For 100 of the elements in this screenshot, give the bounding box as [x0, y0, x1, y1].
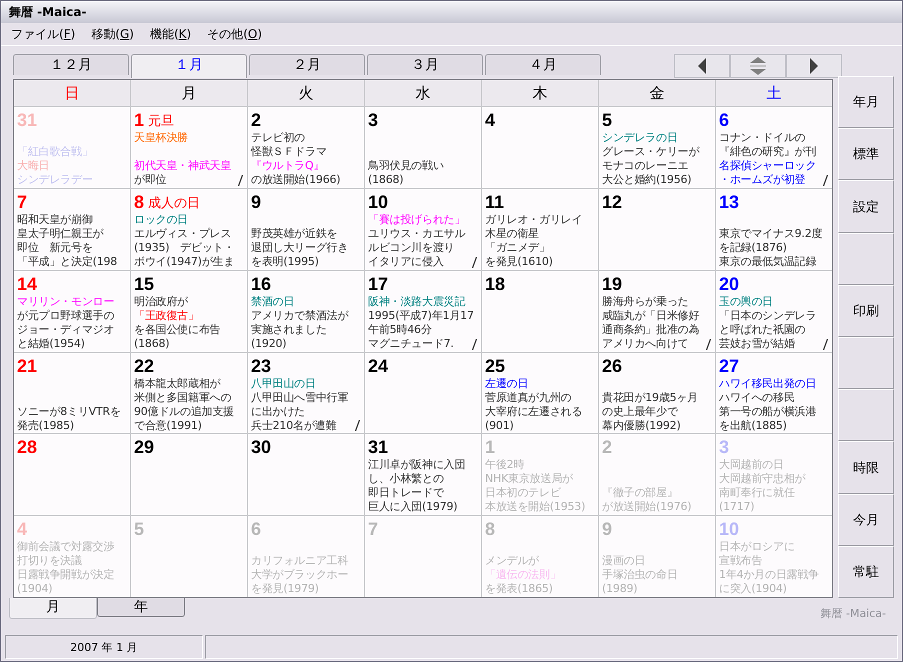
- weekday-header: 土: [716, 80, 832, 106]
- month-tab[interactable]: ２月: [249, 54, 365, 75]
- event-text: 『緋色の研究』が刊: [719, 145, 818, 159]
- event-text: (1904): [17, 582, 54, 596]
- day-cell[interactable]: 26 貴花田が19歳5ヶ月 の史上最年少で 幕内優勝(1992): [599, 352, 715, 434]
- side-button[interactable]: 印刷: [838, 284, 894, 338]
- event-text: ロックの日: [134, 212, 190, 227]
- day-cell[interactable]: 6 コナン・ドイルの 『緋色の研究』が刊 名探偵シャーロック ・ホームズが初登: [716, 107, 832, 188]
- day-cell[interactable]: 22 橋本龍太郎蔵相が 米側と多国籍軍への 90億ドルの追加支援 で合意(1991): [131, 352, 247, 434]
- day-cell[interactable]: 31 江川卓が阪神に入団 し、小林繁との 即日トレードで 巨人に入団(1979): [365, 434, 481, 516]
- day-cell[interactable]: 30: [248, 434, 364, 516]
- event-text: を記録(1876): [719, 240, 788, 255]
- day-number: 16: [251, 274, 272, 294]
- side-button[interactable]: [838, 389, 894, 442]
- event-text: 日露戦争開戦が決定: [17, 568, 116, 582]
- day-cell[interactable]: 2 テレビ初の 怪獣ＳＦドラマ 『ウルトラQ』 の放送開始(1966): [248, 107, 364, 188]
- day-number: 7: [17, 192, 28, 212]
- side-button[interactable]: 今月: [838, 494, 894, 546]
- side-button[interactable]: 時限: [838, 441, 894, 494]
- month-tab[interactable]: ３月: [367, 54, 483, 75]
- day-number: 5: [134, 519, 144, 540]
- event-text: 午後2時: [485, 458, 526, 472]
- day-cell[interactable]: 16 禁酒の日 アメリカで禁酒法が 実施されました (1920): [248, 270, 364, 352]
- event-text: マリリン・モンロー: [17, 294, 116, 309]
- event-text: ソニーが8ミリVTRを: [17, 404, 122, 418]
- event-text: 即位 新元号を: [17, 240, 94, 255]
- event-text: 昭和天皇が崩御: [17, 212, 94, 227]
- event-text: 大岡越前の日: [719, 458, 785, 472]
- side-button[interactable]: [838, 337, 894, 390]
- next-button[interactable]: [786, 54, 842, 78]
- event-text: 木星の衛星: [485, 226, 540, 241]
- holiday-name: 成人の日: [148, 196, 200, 212]
- menu-item[interactable]: ファイル(F): [11, 24, 76, 44]
- event-text: 巨人に入団(1979): [368, 500, 458, 514]
- weekday-header: 木: [482, 80, 598, 106]
- event-text: が放送開始(1976): [602, 500, 692, 514]
- day-cell[interactable]: 20 玉の輿の日 「日本のシンデレラ と呼ばれた祇園の 芸妓お雪が結婚: [716, 270, 832, 352]
- event-text: を発表(1865): [485, 582, 554, 596]
- side-button[interactable]: 設定: [838, 180, 894, 233]
- day-number: 9: [251, 192, 262, 212]
- previous-button[interactable]: [674, 54, 730, 78]
- day-number: 30: [251, 437, 272, 458]
- day-cell[interactable]: 12: [599, 188, 715, 270]
- side-button[interactable]: 標準: [838, 128, 894, 180]
- month-tab[interactable]: １月: [131, 54, 247, 78]
- event-text: を各国公使に布告: [134, 322, 222, 337]
- day-cell[interactable]: 15 明治政府が 「王政復古」 を各国公使に布告 (1868): [131, 270, 247, 352]
- event-text: を表明(1995): [251, 254, 320, 269]
- month-tab[interactable]: ４月: [485, 54, 601, 75]
- day-cell[interactable]: 3 鳥羽伏見の戦い (1868): [365, 107, 481, 188]
- event-text: 大宰府に左遷される: [485, 404, 584, 418]
- day-cell[interactable]: 25 左遷の日 菅原道真が九州の 大宰府に左遷される (901): [482, 352, 598, 434]
- day-cell[interactable]: 8 成人の日 ロックの日 エルヴィス・プレス (1935) デビット・ ボウイ(1947)が生ま: [131, 188, 247, 270]
- day-cell[interactable]: 10 「賽は投げられた」 ユリウス・カエサル ルビコン川を渡り イタリアに侵入: [365, 188, 481, 270]
- day-number: 22: [134, 356, 154, 376]
- side-button[interactable]: 年月: [838, 76, 894, 128]
- window-title: 舞暦 -Maica-: [9, 4, 87, 20]
- event-text: 芸妓お雪が結婚: [719, 336, 796, 351]
- day-cell[interactable]: 28: [14, 434, 130, 516]
- day-cell[interactable]: 9 野茂英雄が近鉄を 退団し大リーグ行き を表明(1995): [248, 188, 364, 270]
- day-cell[interactable]: 19 勝海舟らが乗った 咸臨丸が「日米修好 通商条約」批准の為 アメリカへ向けて: [599, 270, 715, 352]
- day-number: 3: [368, 110, 378, 130]
- event-text: 漫画の日: [602, 554, 646, 568]
- event-text: ユリウス・カエサル: [368, 226, 466, 241]
- day-cell[interactable]: 7 昭和天皇が崩御 皇太子明仁親王が 即位 新元号を 「平成」と決定(198: [14, 188, 130, 270]
- event-text: アメリカで禁酒法が: [251, 308, 350, 323]
- event-text: 1年4か月の日露戦争: [719, 568, 820, 582]
- day-cell[interactable]: 1 元旦 天皇杯決勝 初代天皇・神武天皇 が即位: [131, 107, 247, 188]
- view-tab[interactable]: 年: [97, 598, 185, 617]
- event-text: を出航(1885): [719, 418, 788, 432]
- day-cell[interactable]: 29: [131, 434, 247, 516]
- day-number: 4: [485, 110, 496, 130]
- side-button[interactable]: 常駐: [838, 546, 894, 598]
- view-tab[interactable]: 月: [9, 598, 97, 619]
- day-cell[interactable]: 24: [365, 352, 481, 434]
- event-text: マグニチュード7.: [368, 336, 455, 351]
- event-text: 大学がブラックホー: [251, 568, 350, 582]
- event-text: 名探偵シャーロック: [719, 159, 818, 173]
- day-cell[interactable]: 11 ガリレオ・ガリレイ 木星の衛星 「ガニメデ」 を発見(1610): [482, 188, 598, 270]
- day-number: 21: [17, 356, 38, 376]
- day-cell[interactable]: 21 ソニーが8ミリVTRを 発売(1985): [14, 352, 130, 434]
- menu-item[interactable]: その他(O): [207, 24, 262, 44]
- event-text: 打切りを決議: [17, 554, 83, 568]
- day-cell[interactable]: 13 東京でマイナス9.2度 を記録(1876) 東京の最低気温記録: [716, 188, 832, 270]
- event-text: 1995(平成7)年1月17: [368, 308, 475, 323]
- event-text: 八甲田山の日: [251, 376, 317, 390]
- side-button[interactable]: [838, 232, 894, 285]
- day-cell[interactable]: 23 八甲田山の日 八甲田山へ雪中行軍 に出かけた 兵士210名が遭難: [248, 352, 364, 434]
- menu-item[interactable]: 機能(K): [150, 24, 192, 44]
- day-cell[interactable]: 17 阪神・淡路大震災記 1995(平成7)年1月17 午前5時46分 マグニチュード7.: [365, 270, 481, 352]
- menu-item[interactable]: 移動(G): [91, 24, 134, 44]
- event-text: を発見(1610): [485, 254, 554, 269]
- day-cell[interactable]: 27 ハワイ移民出発の日 ハワイへの移民 第一号の船が横浜港 を出航(1885): [716, 352, 832, 434]
- day-cell[interactable]: 4: [482, 107, 598, 188]
- month-tab[interactable]: １２月: [13, 54, 129, 75]
- day-number: 25: [485, 356, 506, 376]
- day-cell[interactable]: 5 シンデレラの日 グレース・ケリーが モナコのレーニエ 大公と婚約(1956): [599, 107, 715, 188]
- day-number: 1: [134, 110, 144, 130]
- day-cell[interactable]: 14 マリリン・モンロー が元プロ野球選手の ジョー・ディマジオ と結婚(1954): [14, 270, 130, 352]
- day-cell[interactable]: 18: [482, 270, 598, 352]
